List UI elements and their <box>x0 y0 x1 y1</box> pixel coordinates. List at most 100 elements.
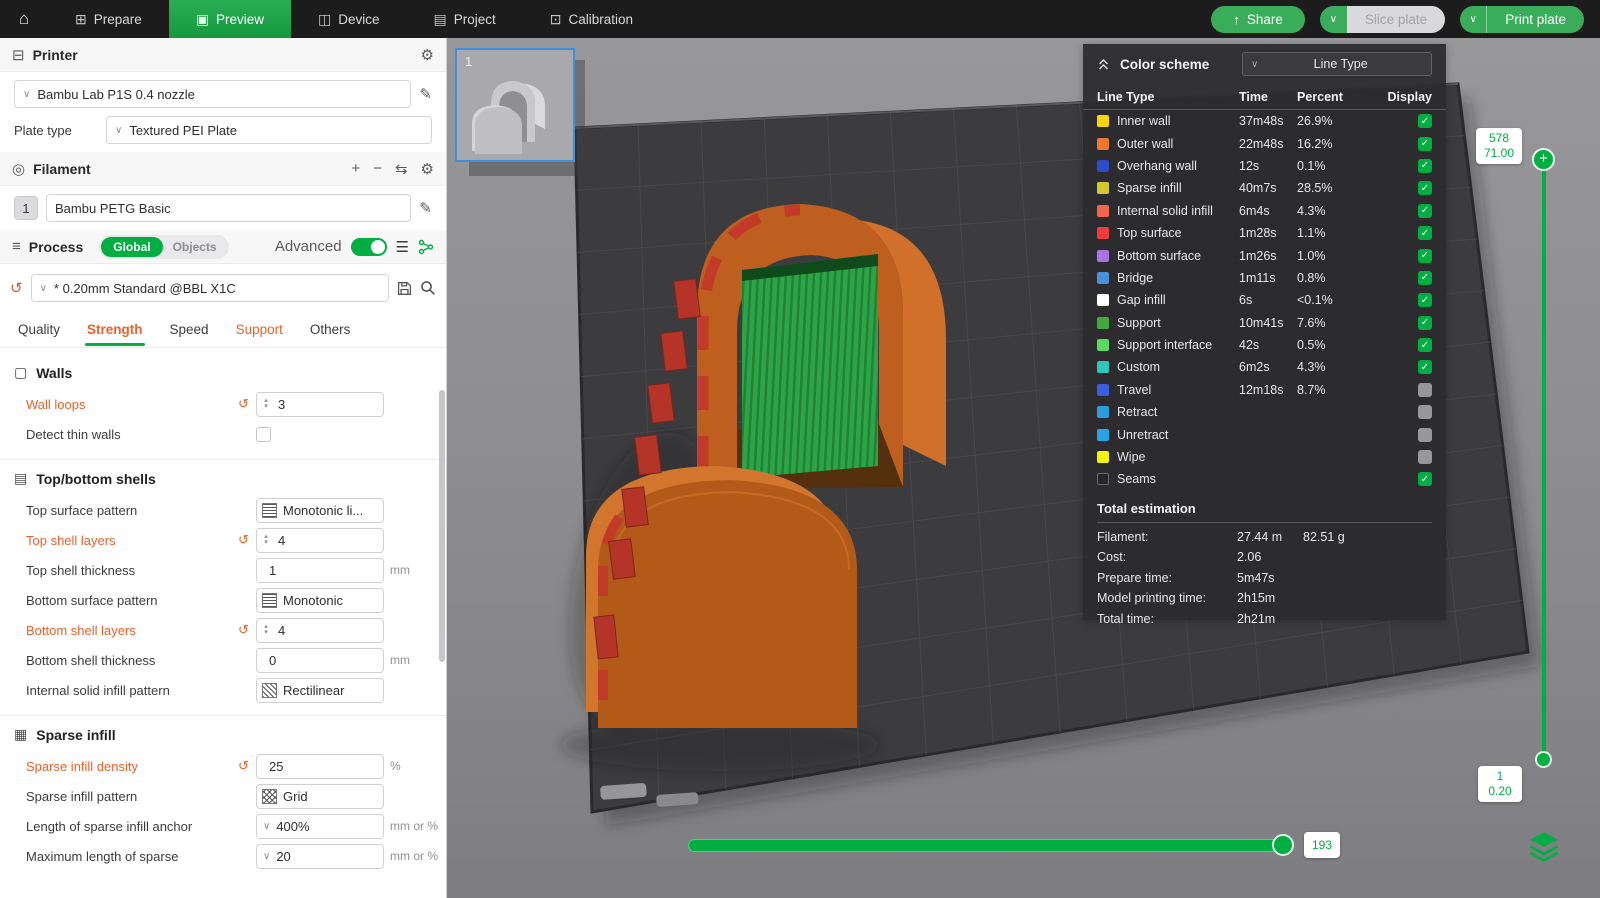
remove-filament-icon[interactable]: − <box>373 160 382 177</box>
move-slider-track[interactable] <box>688 839 1292 852</box>
share-button[interactable]: ↑ Share <box>1211 6 1305 33</box>
process-tab-support[interactable]: Support <box>236 322 283 337</box>
layers-stack-icon[interactable] <box>1526 828 1562 869</box>
top-surface-pattern-select[interactable]: Monotonic li... <box>256 498 384 523</box>
scope-global-button[interactable]: Global <box>101 237 162 257</box>
setting-value: 0 <box>263 653 276 668</box>
reset-icon[interactable]: ↺ <box>238 396 256 412</box>
legend-row: Outer wall22m48s16.2%✓ <box>1083 132 1446 154</box>
plate-thumbnail[interactable]: 1 <box>455 48 575 162</box>
top-shell-thickness-input[interactable]: 1 <box>256 558 384 583</box>
bottom-shell-layers-spinner[interactable]: ▴▾4 <box>256 618 384 643</box>
display-checkbox[interactable]: ✓ <box>1418 226 1432 240</box>
tab-prepare[interactable]: ⊞Prepare <box>48 0 169 38</box>
filament-preset-select[interactable]: Bambu PETG Basic <box>46 194 411 222</box>
display-checkbox[interactable]: ✓ <box>1418 181 1432 195</box>
sparse-infill-density-input[interactable]: 25 <box>256 754 384 779</box>
process-tab-strength[interactable]: Strength <box>87 322 143 337</box>
sidebar-scrollbar[interactable] <box>439 390 445 662</box>
total-estimation-title: Total estimation <box>1083 491 1446 520</box>
tab-calibration[interactable]: ⊡Calibration <box>523 0 660 38</box>
display-checkbox[interactable] <box>1418 383 1432 397</box>
estimation-row: Model printing time:2h15m <box>1083 588 1446 609</box>
process-tab-speed[interactable]: Speed <box>170 322 209 337</box>
ams-icon[interactable]: ⇆ <box>395 160 408 178</box>
line-type-percent: 0.1% <box>1297 159 1369 173</box>
display-checkbox[interactable]: ✓ <box>1418 316 1432 330</box>
spinner-arrows-icon[interactable]: ▴▾ <box>257 398 272 410</box>
reset-process-icon[interactable]: ↺ <box>10 279 23 297</box>
display-checkbox[interactable] <box>1418 428 1432 442</box>
display-checkbox[interactable]: ✓ <box>1418 159 1432 173</box>
home-button[interactable]: ⌂ <box>0 0 48 38</box>
process-tab-others[interactable]: Others <box>310 322 351 337</box>
display-checkbox[interactable] <box>1418 405 1432 419</box>
divider <box>1097 522 1432 523</box>
display-checkbox[interactable]: ✓ <box>1418 114 1432 128</box>
print-dropdown-button[interactable]: ∨ <box>1460 6 1487 33</box>
slice-dropdown-button[interactable]: ∨ <box>1320 6 1347 33</box>
layer-slider-track[interactable] <box>1542 170 1546 756</box>
scope-objects-button[interactable]: Objects <box>163 240 227 254</box>
slice-plate-main-button[interactable]: Slice plate <box>1347 6 1445 33</box>
advanced-toggle[interactable] <box>351 238 387 256</box>
display-checkbox[interactable]: ✓ <box>1418 293 1432 307</box>
filament-section-title: Filament <box>33 161 91 177</box>
objects-tree-icon[interactable] <box>418 239 434 255</box>
color-scheme-select[interactable]: ∨ Line Type <box>1242 52 1432 76</box>
process-icon: ≡ <box>12 238 21 255</box>
filament-slot-badge[interactable]: 1 <box>14 196 38 220</box>
add-filament-icon[interactable]: + <box>351 160 360 177</box>
settings-list-icon[interactable]: ☰ <box>396 238 409 256</box>
bottom-surface-pattern-select[interactable]: Monotonic <box>256 588 384 613</box>
display-checkbox[interactable]: ✓ <box>1418 137 1432 151</box>
sparse-infill-pattern-select[interactable]: Grid <box>256 784 384 809</box>
legend-header: Color scheme ∨ Line Type <box>1083 44 1446 84</box>
edit-filament-preset-icon[interactable]: ✎ <box>419 199 432 217</box>
filament-settings-gear-icon[interactable]: ⚙ <box>421 160 434 178</box>
display-checkbox[interactable]: ✓ <box>1418 338 1432 352</box>
spinner-arrows-icon[interactable]: ▴▾ <box>257 624 272 636</box>
spinner-arrows-icon[interactable]: ▴▾ <box>257 534 272 546</box>
top-shell-layers-spinner[interactable]: ▴▾4 <box>256 528 384 553</box>
printer-preset-select[interactable]: ∨ Bambu Lab P1S 0.4 nozzle <box>14 80 411 108</box>
search-icon[interactable] <box>420 280 436 296</box>
detect-thin-walls-checkbox[interactable] <box>256 427 271 442</box>
printer-settings-gear-icon[interactable]: ⚙ <box>421 46 434 64</box>
print-plate-main-button[interactable]: Print plate <box>1487 6 1584 33</box>
reset-icon[interactable]: ↺ <box>238 622 256 638</box>
display-checkbox[interactable]: ✓ <box>1418 249 1432 263</box>
reset-icon[interactable]: ↺ <box>238 532 256 548</box>
move-slider-handle[interactable] <box>1272 834 1294 856</box>
display-checkbox[interactable] <box>1418 450 1432 464</box>
project-icon: ▤ <box>434 11 447 28</box>
maximum-length-of-sparse-select[interactable]: ∨20 <box>256 844 384 869</box>
edit-printer-preset-icon[interactable]: ✎ <box>419 85 432 103</box>
plate-type-select[interactable]: ∨ Textured PEI Plate <box>106 116 432 144</box>
process-tab-quality[interactable]: Quality <box>18 322 60 337</box>
add-layer-marker-button[interactable]: + <box>1532 148 1555 171</box>
collapse-panel-icon[interactable] <box>1097 58 1110 71</box>
bottom-shell-thickness-input[interactable]: 0 <box>256 648 384 673</box>
layer-slider-bottom-handle[interactable] <box>1535 751 1552 768</box>
setting-row: Bottom shell layers↺▴▾4 <box>0 615 446 645</box>
save-preset-icon[interactable] <box>397 281 412 296</box>
tab-device[interactable]: ◫Device <box>291 0 407 38</box>
display-checkbox[interactable]: ✓ <box>1418 360 1432 374</box>
setting-row: Bottom surface patternMonotonic <box>0 585 446 615</box>
chevron-down-icon: ∨ <box>263 821 270 832</box>
display-checkbox[interactable]: ✓ <box>1418 204 1432 218</box>
internal-solid-infill-pattern-select[interactable]: Rectilinear <box>256 678 384 703</box>
prepare-icon: ⊞ <box>75 11 87 28</box>
tab-preview[interactable]: ▣Preview <box>169 0 291 38</box>
tab-project[interactable]: ▤Project <box>407 0 523 38</box>
reset-icon[interactable]: ↺ <box>238 758 256 774</box>
estimation-label: Filament: <box>1097 530 1237 544</box>
display-checkbox[interactable]: ✓ <box>1418 472 1432 486</box>
setting-label: Maximum length of sparse <box>26 849 238 864</box>
process-preset-select[interactable]: ∨ * 0.20mm Standard @BBL X1C <box>31 274 389 302</box>
length-of-sparse-infill-anchor-select[interactable]: ∨400% <box>256 814 384 839</box>
line-type-time: 12s <box>1239 159 1297 173</box>
wall-loops-spinner[interactable]: ▴▾3 <box>256 392 384 417</box>
display-checkbox[interactable]: ✓ <box>1418 271 1432 285</box>
